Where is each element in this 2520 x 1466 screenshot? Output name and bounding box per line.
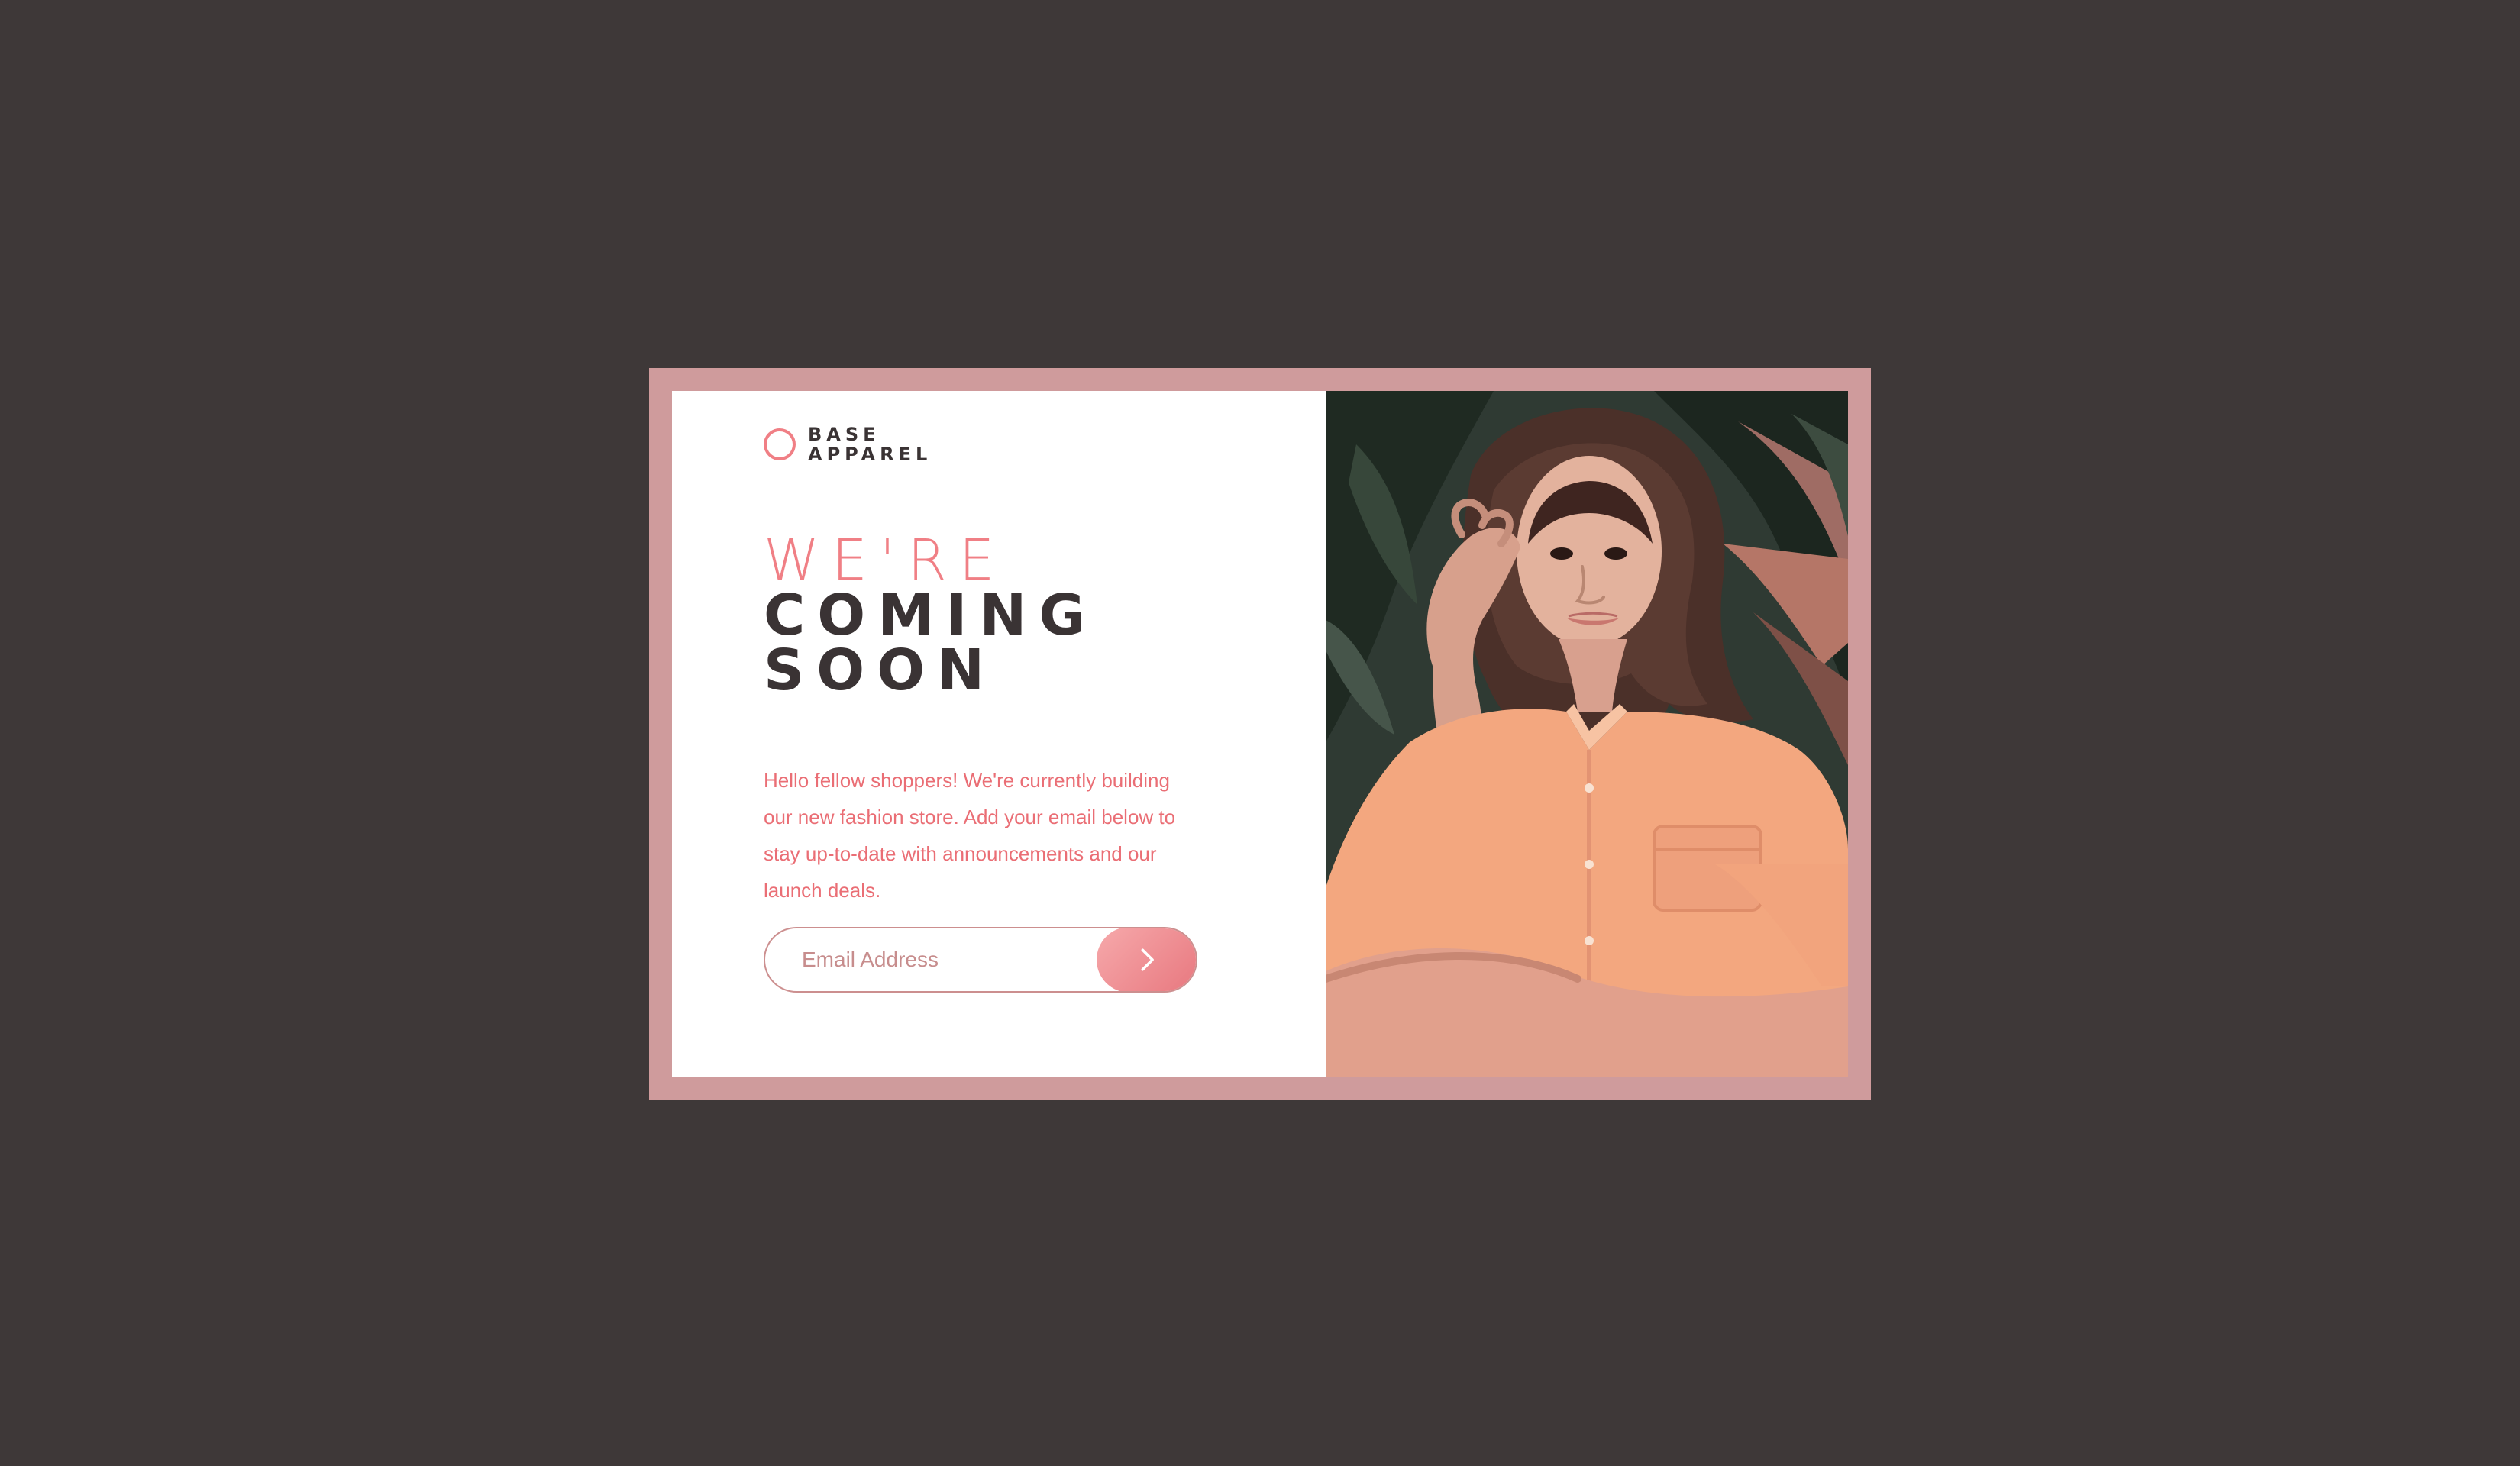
email-field[interactable] <box>765 928 1097 991</box>
title-line-1: WE'RE <box>764 528 1007 593</box>
email-form <box>764 927 1197 993</box>
content-panel: BASE APPAREL WE'RE COMING SOON Hello fel… <box>672 391 1326 1077</box>
chevron-right-icon <box>1141 948 1154 971</box>
woman-portrait-image <box>1326 391 1848 1077</box>
title-line-3: SOON <box>764 638 997 703</box>
page-title: WE'RE COMING SOON <box>764 528 1098 703</box>
coming-soon-card: BASE APPAREL WE'RE COMING SOON Hello fel… <box>672 391 1848 1077</box>
page-frame: BASE APPAREL WE'RE COMING SOON Hello fel… <box>649 368 1871 1100</box>
logo-text: BASE APPAREL <box>808 425 932 464</box>
intro-text: Hello fellow shoppers! We're currently b… <box>764 769 1176 902</box>
title-line-2: COMING <box>764 583 1098 648</box>
submit-button[interactable] <box>1097 928 1196 991</box>
brand-logo[interactable]: BASE APPAREL <box>764 425 932 464</box>
logo-line-1: BASE <box>808 424 880 445</box>
logo-line-2: APPAREL <box>808 444 932 465</box>
hero-image <box>1326 391 1848 1077</box>
logo-circle-icon <box>764 428 796 460</box>
